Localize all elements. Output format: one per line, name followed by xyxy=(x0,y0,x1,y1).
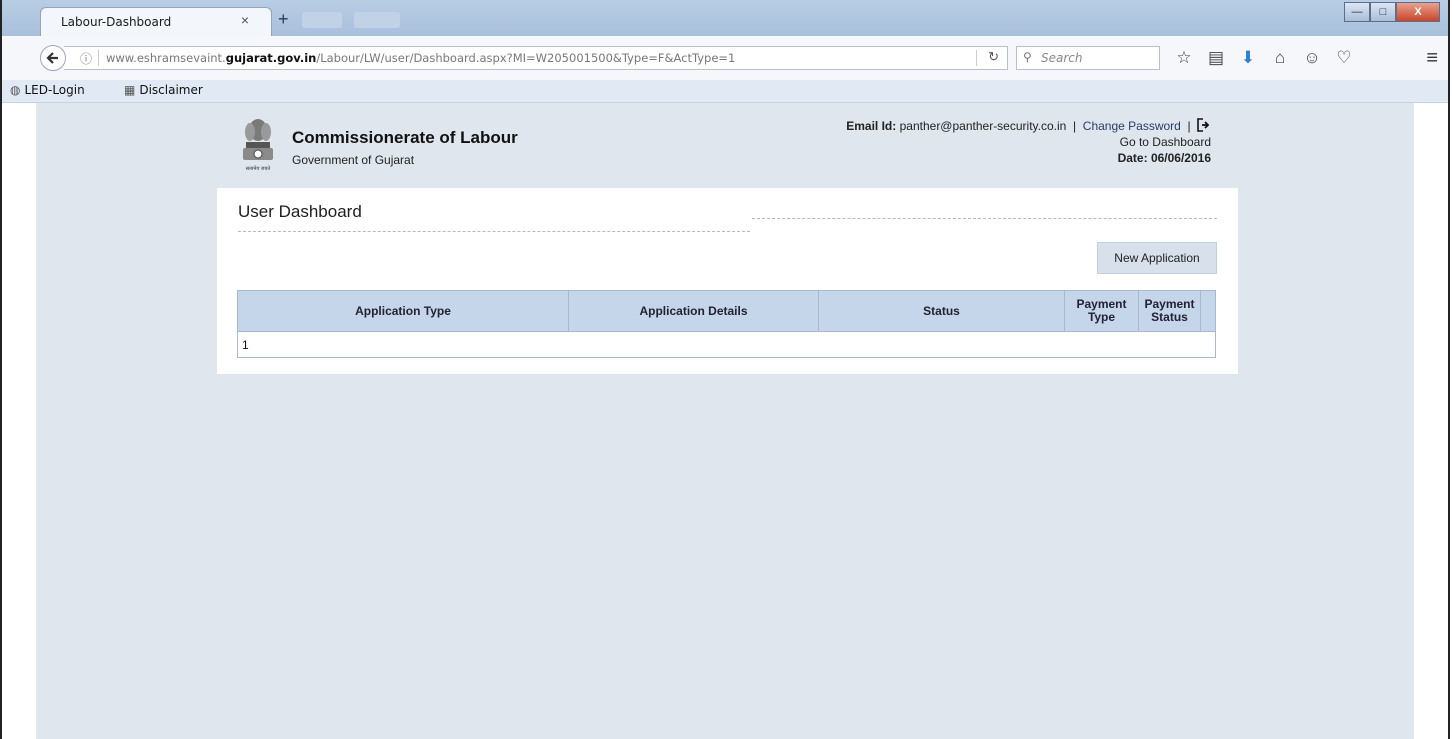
emblem-caption: सत्यमेव जयते xyxy=(246,165,271,172)
bookmark-label: LED-Login xyxy=(24,83,85,97)
back-button[interactable] xyxy=(40,45,66,71)
divider xyxy=(752,218,1217,219)
url-domain: gujarat.gov.in xyxy=(225,51,317,65)
separator: | xyxy=(1187,119,1191,133)
email-label: Email Id: xyxy=(846,119,897,133)
column-header-payment-status[interactable]: Payment Status xyxy=(1139,291,1201,331)
download-icon[interactable]: ⬇ xyxy=(1232,46,1264,70)
page-margin-left xyxy=(2,103,36,739)
divider xyxy=(238,231,750,232)
maximize-button[interactable]: □ xyxy=(1370,2,1396,22)
org-subtitle: Government of Gujarat xyxy=(292,153,415,167)
page-margin-right xyxy=(1414,103,1448,739)
blurred-tab-placeholder xyxy=(354,12,400,28)
close-window-button[interactable]: X xyxy=(1396,2,1440,22)
browser-window: Labour-Dashboard × + — □ X ⓘ www.eshrams… xyxy=(0,0,1450,739)
table-header: Application Type Application Details Sta… xyxy=(238,291,1215,331)
search-bar[interactable]: ⚲ Search xyxy=(1016,46,1160,70)
window-controls: — □ X xyxy=(1344,2,1440,22)
column-header-application-details[interactable]: Application Details xyxy=(569,291,819,331)
url-separator xyxy=(98,50,99,66)
table-cell: 1 xyxy=(242,338,249,352)
user-info: Email Id: panther@panther-security.co.in… xyxy=(846,118,1211,166)
blurred-tab-placeholder xyxy=(302,12,342,28)
column-header-status[interactable]: Status xyxy=(819,291,1065,331)
document-icon: ▦ xyxy=(124,83,136,97)
column-header-application-type[interactable]: Application Type xyxy=(238,291,569,331)
applications-table: Application Type Application Details Sta… xyxy=(237,290,1216,358)
date-value: 06/06/2016 xyxy=(1150,151,1211,165)
navigation-bar: ⓘ www.eshramsevaint.gujarat.gov.in/Labou… xyxy=(2,36,1448,81)
date-label: Date: xyxy=(1117,151,1148,165)
url-path: /Labour/LW/user/Dashboard.aspx?MI=W20500… xyxy=(316,51,736,65)
reload-icon[interactable]: ↻ xyxy=(988,49,999,65)
new-application-button[interactable]: New Application xyxy=(1097,242,1217,274)
bookmarks-toolbar: ◍ LED-Login ▦ Disclaimer xyxy=(2,80,1448,103)
back-arrow-icon xyxy=(46,52,58,64)
column-header-payment-type[interactable]: Payment Type xyxy=(1065,291,1139,331)
reading-list-icon[interactable]: ▤ xyxy=(1200,46,1232,70)
bookmark-star-icon[interactable]: ☆ xyxy=(1168,46,1200,70)
user-info-line-1: Email Id: panther@panther-security.co.in… xyxy=(846,118,1211,134)
national-emblem-logo: सत्यमेव जयते xyxy=(243,119,273,172)
address-bar[interactable]: ⓘ www.eshramsevaint.gujarat.gov.in/Labou… xyxy=(64,46,1008,70)
globe-icon: ◍ xyxy=(10,83,21,97)
tab-active[interactable]: Labour-Dashboard × xyxy=(40,7,272,36)
search-placeholder: Search xyxy=(1041,51,1083,65)
email-value: panther@panther-security.co.in xyxy=(899,119,1067,133)
separator: | xyxy=(1073,119,1077,133)
tab-close-icon[interactable]: × xyxy=(241,12,249,28)
logout-icon[interactable] xyxy=(1197,118,1211,132)
bookmark-label: Disclaimer xyxy=(139,83,203,97)
url-text[interactable]: www.eshramsevaint.gujarat.gov.in/Labour/… xyxy=(106,51,735,65)
change-password-link[interactable]: Change Password xyxy=(1083,119,1181,133)
dashboard-card: User Dashboard New Application Applicati… xyxy=(217,188,1238,374)
bookmark-led-login[interactable]: ◍ LED-Login xyxy=(10,83,85,97)
bookmark-disclaimer[interactable]: ▦ Disclaimer xyxy=(124,83,203,97)
org-title: Commissionerate of Labour xyxy=(292,128,518,147)
search-icon: ⚲ xyxy=(1023,50,1032,64)
column-header-filler xyxy=(1201,291,1215,331)
table-row: 1 xyxy=(238,331,1215,357)
date-line: Date: 06/06/2016 xyxy=(846,150,1211,166)
info-icon[interactable]: ⓘ xyxy=(80,50,92,67)
go-to-dashboard-link[interactable]: Go to Dashboard xyxy=(846,134,1211,150)
hamburger-menu-icon[interactable]: ≡ xyxy=(1426,47,1438,70)
url-prefix: www.eshramsevaint. xyxy=(106,51,226,65)
tab-strip: Labour-Dashboard × + — □ X xyxy=(2,0,1448,36)
reload-separator xyxy=(976,50,977,66)
toolbar-icons: ☆ ▤ ⬇ ⌂ ☺ ♡ xyxy=(1168,46,1360,70)
pocket-icon[interactable]: ♡ xyxy=(1328,46,1360,70)
minimize-button[interactable]: — xyxy=(1344,2,1370,22)
home-icon[interactable]: ⌂ xyxy=(1264,46,1296,70)
page-title: User Dashboard xyxy=(238,202,362,221)
tab-title: Labour-Dashboard xyxy=(61,15,172,29)
chat-icon[interactable]: ☺ xyxy=(1296,46,1328,70)
new-tab-button[interactable]: + xyxy=(278,9,289,30)
